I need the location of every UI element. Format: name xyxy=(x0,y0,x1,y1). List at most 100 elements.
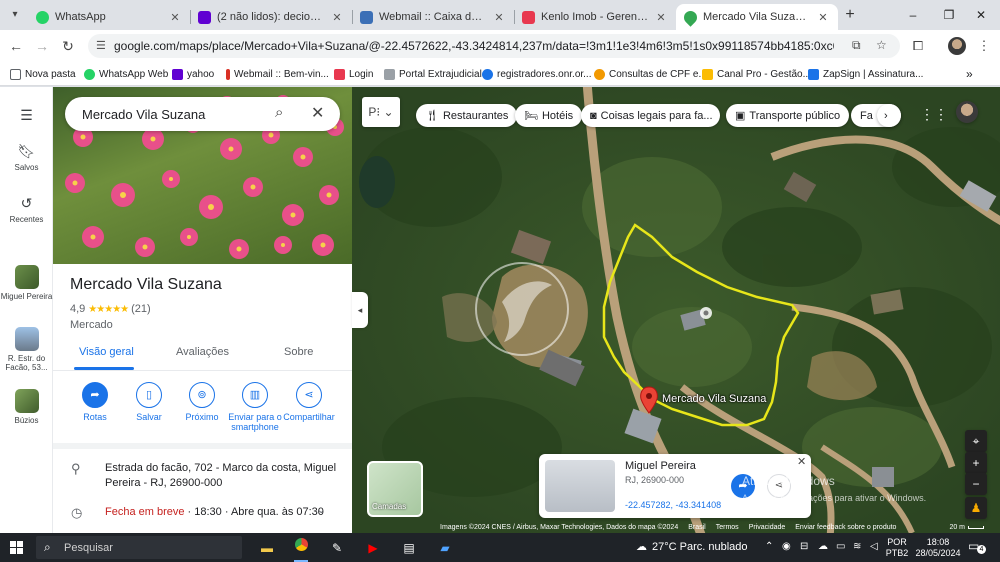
chips-next-chevron-icon[interactable]: › xyxy=(877,104,901,127)
show-hidden-icons-chevron[interactable]: ⌃ xyxy=(765,541,773,552)
close-icon[interactable]: ✕ xyxy=(330,11,344,24)
tab-about[interactable]: Sobre xyxy=(284,346,313,358)
back-arrow-icon[interactable]: ← xyxy=(6,36,26,56)
attribution-link[interactable]: Privacidade xyxy=(749,524,786,531)
attribution-link[interactable]: Termos xyxy=(716,524,739,531)
close-icon[interactable]: ✕ xyxy=(168,11,182,24)
network-folder-icon[interactable]: ⊟ xyxy=(800,541,808,552)
rail-recent-place[interactable]: Búzios xyxy=(0,389,53,425)
attribution-link[interactable]: Enviar feedback sobre o produto xyxy=(795,524,896,531)
bookmark-nova-pasta[interactable]: Nova pasta xyxy=(10,66,76,82)
bookmark-consultas-cpf[interactable]: Consultas de CPF e... xyxy=(594,66,707,82)
bookmark-canal-pro[interactable]: Canal Pro - Gestão... xyxy=(702,66,811,82)
zoom-in-icon[interactable]: + xyxy=(965,452,987,474)
bookmark-yahoo[interactable]: yahoo xyxy=(172,66,214,82)
chip-restaurants[interactable]: 🍴︎ Restaurantes xyxy=(416,104,518,127)
restore-icon[interactable]: ❐ xyxy=(934,6,964,24)
taskbar-search[interactable]: ⌕ Pesquisar xyxy=(36,536,242,559)
rail-recent-place[interactable]: R. Estr. do Facão, 53... xyxy=(0,327,53,372)
google-apps-grid-icon[interactable]: ⋮⋮ xyxy=(920,103,948,125)
rail-saved[interactable]: 🔖︎ Salvos xyxy=(0,143,53,172)
chip-hotels[interactable]: 🛏︎ Hotéis xyxy=(515,104,583,127)
photos-app-icon[interactable]: ✎ xyxy=(326,537,348,559)
close-icon[interactable]: ✕ xyxy=(816,11,830,24)
place-category[interactable]: Mercado xyxy=(70,319,113,331)
chrome-icon[interactable] xyxy=(290,537,312,562)
clock[interactable]: 18:08 28/05/2024 xyxy=(912,537,964,559)
rail-recent[interactable]: ↺ Recentes xyxy=(0,195,53,224)
map-scale[interactable]: 20 m xyxy=(949,524,1000,531)
minimize-icon[interactable]: – xyxy=(898,6,928,24)
share-button[interactable]: ⋖ Compartilhar xyxy=(279,382,339,422)
send-to-phone-button[interactable]: ▥ Enviar para o smartphone xyxy=(225,382,285,432)
rail-recent-place[interactable]: Miguel Pereira xyxy=(0,265,53,301)
app-window-icon[interactable]: ▰ xyxy=(434,537,456,559)
tab-kenlo[interactable]: Kenlo Imob - Gerenciamento ✕ xyxy=(514,4,676,30)
place-rating[interactable]: 4,9 ★★★★★ (21) xyxy=(70,303,151,315)
tab-search-dropdown-icon[interactable]: ▾ xyxy=(6,6,24,24)
search-input-value[interactable]: Mercado Vila Suzana xyxy=(82,107,205,122)
cloud-sync-icon[interactable]: ☁ xyxy=(818,541,828,552)
my-location-icon[interactable]: ⌖ xyxy=(965,430,987,452)
map-overlay-dropdown[interactable]: P⁝ ⌄ xyxy=(362,97,400,127)
chevron-down-icon[interactable]: ⌄ xyxy=(317,505,325,516)
nearby-button[interactable]: ⊚ Próximo xyxy=(172,382,232,422)
review-count[interactable]: (21) xyxy=(131,303,151,315)
bookmark-login[interactable]: Login xyxy=(334,66,373,82)
bookmark-whatsapp-web[interactable]: WhatsApp Web xyxy=(84,66,168,82)
account-avatar[interactable] xyxy=(956,101,978,123)
search-input[interactable]: Mercado Vila Suzana ⌕ ✕ xyxy=(65,97,340,131)
windows-start-icon[interactable] xyxy=(10,541,23,554)
new-tab-plus-icon[interactable]: + xyxy=(841,6,859,24)
site-info-icon[interactable]: ☰ xyxy=(96,39,106,52)
save-button[interactable]: ▯ Salvar xyxy=(119,382,179,422)
notepad-icon[interactable]: ▤ xyxy=(398,537,420,559)
bookmark-zapsign[interactable]: ZapSign | Assinatura... xyxy=(808,66,923,82)
bookmark-registradores[interactable]: registradores.onr.or... xyxy=(482,66,592,82)
file-explorer-icon[interactable]: ▬ xyxy=(256,537,278,559)
tab-webmail[interactable]: Webmail :: Caixa de entrada ✕ xyxy=(352,4,514,30)
address-bar[interactable]: ☰ google.com/maps/place/Mercado+Vila+Suz… xyxy=(88,34,900,58)
language-indicator[interactable]: POR PTB2 xyxy=(884,537,910,559)
chip-things-to-do[interactable]: ◙ Coisas legais para fa... xyxy=(581,104,720,127)
tab-google-maps[interactable]: Mercado Vila Suzana - Goog ✕ xyxy=(676,4,838,30)
install-app-icon[interactable]: ⧉ xyxy=(852,38,861,53)
profile-avatar[interactable] xyxy=(948,37,966,55)
maps-menu-icon[interactable]: ☰ xyxy=(0,107,53,127)
volume-icon[interactable]: ◁ xyxy=(870,541,878,552)
tab-reviews[interactable]: Avaliações xyxy=(176,346,229,358)
pegman-icon[interactable]: ♟ xyxy=(965,497,987,519)
location-coordinates[interactable]: -22.457282, -43.341408 xyxy=(625,500,721,510)
record-icon[interactable]: ◉ xyxy=(782,541,791,552)
browser-menu-icon[interactable]: ⋮ xyxy=(974,36,994,56)
tab-whatsapp[interactable]: WhatsApp ✕ xyxy=(28,4,190,30)
satellite-map[interactable]: P⁝ ⌄ 🍴︎ Restaurantes 🛏︎ Hotéis ◙ Coisas leg… xyxy=(352,87,1000,533)
close-icon[interactable]: ✕ xyxy=(654,11,668,24)
chip-transit[interactable]: ▣ Transporte público xyxy=(726,104,850,127)
window-close-icon[interactable]: ✕ xyxy=(966,6,996,24)
close-icon[interactable]: ✕ xyxy=(492,11,506,24)
weather-widget[interactable]: ☁ 27°C Parc. nublado xyxy=(636,540,748,554)
place-pin-label[interactable]: Mercado Vila Suzana xyxy=(662,393,766,405)
search-icon[interactable]: ⌕ xyxy=(275,104,283,121)
bookmark-webmail[interactable]: Webmail :: Bem-vin... xyxy=(226,66,329,82)
clear-search-icon[interactable]: ✕ xyxy=(311,103,324,123)
bookmark-star-icon[interactable]: ☆ xyxy=(876,38,887,52)
layers-button[interactable]: Camadas xyxy=(367,461,423,517)
bookmark-portal-extrajudicial[interactable]: Portal Extrajudicial xyxy=(384,66,482,82)
tab-overview[interactable]: Visão geral xyxy=(79,346,134,358)
reload-icon[interactable]: ↻ xyxy=(58,36,78,56)
directions-button[interactable]: ➦ Rotas xyxy=(65,382,125,422)
zoom-out-icon[interactable]: − xyxy=(965,473,987,495)
extensions-puzzle-icon[interactable]: ⧠ xyxy=(908,36,928,56)
url-text[interactable]: google.com/maps/place/Mercado+Vila+Suzan… xyxy=(114,39,834,53)
battery-icon[interactable]: ▭ xyxy=(836,541,845,552)
notification-center-icon[interactable]: ▭ 4 xyxy=(968,539,986,554)
close-icon[interactable]: ✕ xyxy=(797,455,806,468)
wifi-icon[interactable]: ≋ xyxy=(853,541,861,552)
tab-yahoo-mail[interactable]: (2 não lidos): decio_sampaio ✕ xyxy=(190,4,352,30)
youtube-icon[interactable]: ▶ xyxy=(362,537,384,559)
collapse-panel-chevron-icon[interactable]: ◂ xyxy=(352,292,368,328)
more-bookmarks-chevron-icon[interactable]: » xyxy=(966,66,973,82)
forward-arrow-icon[interactable]: → xyxy=(32,36,52,56)
